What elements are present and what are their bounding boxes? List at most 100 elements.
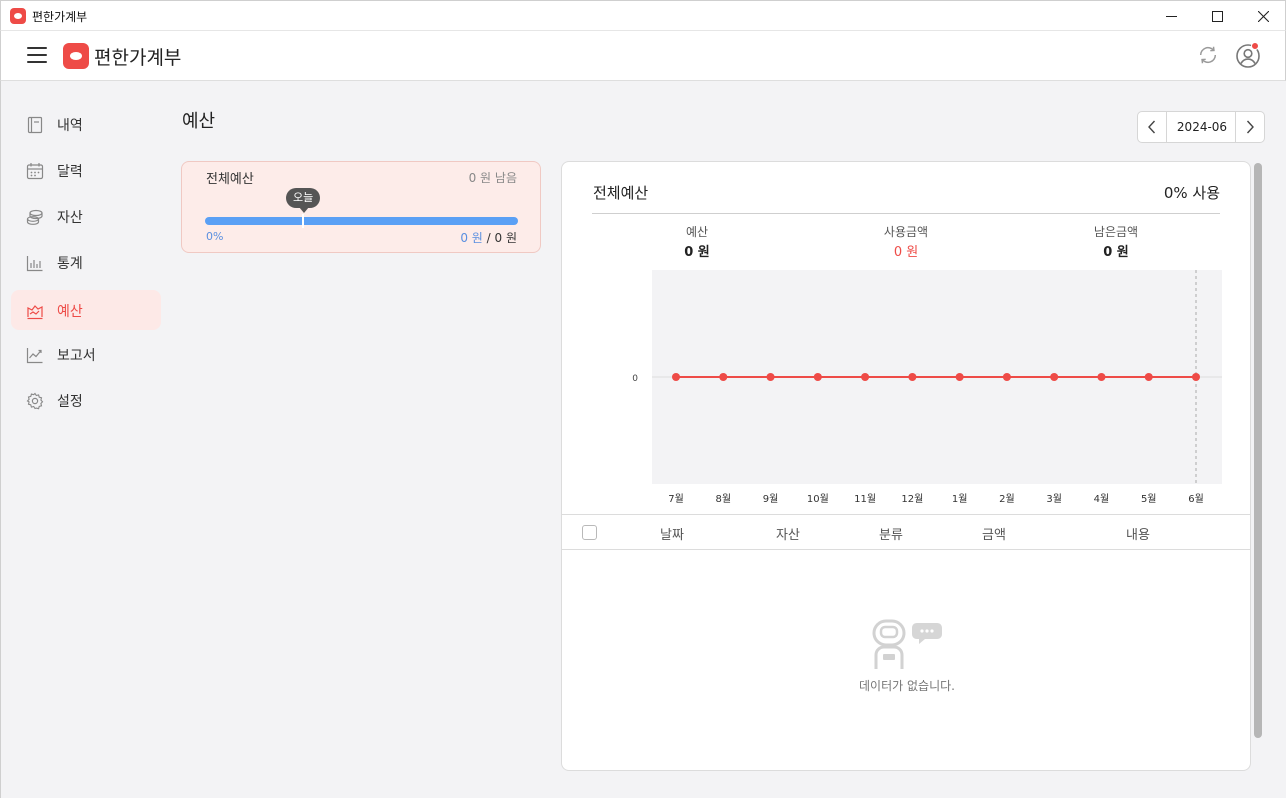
table-header: 날짜 자산 분류 금액 내용 [562,514,1250,550]
data-point [908,373,917,381]
x-tick-label: 8월 [715,493,731,505]
detail-divider [592,213,1220,214]
brand-name: 편한가계부 [94,47,182,69]
stat-value: 0 원 [684,245,710,260]
next-month-button[interactable] [1235,112,1264,142]
hamburger-line [27,47,47,49]
stat-budget: 예산 0 원 [637,223,757,260]
sidebar-item-label: 자산 [57,210,83,226]
month-navigator: 2024-06 [1137,111,1265,143]
detail-title: 전체예산 [593,184,649,202]
window-title: 편한가계부 [32,10,88,24]
stat-label: 예산 [685,225,709,239]
x-tick-label: 7월 [668,493,684,505]
notification-dot [1251,42,1259,50]
bar-chart-icon [26,256,43,272]
stat-value: 0 원 [893,245,919,260]
brand-logo [63,43,89,69]
monthly-spending-chart: 0 7월 8월 9월 10월 11월 12월 1월 2월 3월 4월 5월 6월 [632,270,1222,505]
sidebar-item-label: 보고서 [57,348,96,364]
book-icon [27,116,43,134]
sidebar-item-statistics[interactable]: 통계 [11,242,161,282]
data-point [813,373,822,381]
sidebar-item-settings[interactable]: 설정 [11,380,161,420]
data-point [1002,373,1011,381]
window-title-bar: 편한가계부 [0,0,1286,31]
budget-amount: 0 원 / 0 원 [460,229,517,246]
refresh-icon [1199,46,1217,64]
app-icon [10,8,26,24]
data-point [1144,373,1153,381]
calendar-icon [26,163,44,180]
x-tick-label: 6월 [1188,493,1204,505]
budget-progress-bar [205,217,518,225]
line-chart-icon [26,348,43,364]
budget-percent: 0% [206,230,224,243]
budget-icon [27,305,43,320]
budget-total: 0 원 [494,231,518,245]
budget-card[interactable]: 전체예산 0 원 남음 오늘 0% 0 원 / 0 원 [181,161,541,253]
minimize-button[interactable] [1148,1,1194,31]
hamburger-line [27,54,47,56]
column-date[interactable]: 날짜 [660,524,684,543]
data-point [719,373,728,381]
x-tick-label: 10월 [807,493,829,505]
data-point [672,373,680,381]
chevron-left-icon [1148,120,1156,134]
x-tick-label: 12월 [901,493,923,505]
column-amount[interactable]: 금액 [982,524,1006,543]
select-all-checkbox[interactable] [582,525,597,540]
sidebar-item-assets[interactable]: 자산 [11,196,161,236]
sidebar-item-label: 설정 [57,394,83,410]
data-point [1050,373,1059,381]
robot-icon [872,619,942,669]
current-month[interactable]: 2024-06 [1167,120,1237,134]
x-tick-label: 11월 [854,493,876,505]
amount-separator: / [482,231,495,245]
maximize-icon [1211,10,1223,22]
empty-state: 데이터가 없습니다. [562,617,1250,693]
today-marker-label: 오늘 [286,188,321,213]
maximize-button[interactable] [1194,1,1240,31]
x-tick-label: 5월 [1141,493,1157,505]
sidebar-item-label: 내역 [57,118,83,134]
x-tick-label: 2월 [999,493,1015,505]
x-tick-label: 3월 [1046,493,1062,505]
sidebar-item-budget[interactable]: 예산 [11,290,161,330]
column-asset[interactable]: 자산 [776,524,800,543]
stat-label: 사용금액 [883,225,929,239]
sidebar-item-calendar[interactable]: 달력 [11,150,161,190]
hamburger-line [27,61,47,63]
column-memo[interactable]: 내용 [1126,524,1150,543]
stat-value: 0 원 [1103,245,1129,260]
sidebar-item-label: 예산 [57,304,83,320]
refresh-button[interactable] [1197,44,1219,70]
sidebar-item-label: 통계 [57,256,83,272]
chevron-right-icon [1246,120,1254,134]
stat-label: 남은금액 [1093,225,1139,239]
sidebar-item-history[interactable]: 내역 [11,104,161,144]
profile-button[interactable] [1235,42,1261,73]
sidebar-item-label: 달력 [57,164,83,180]
data-point [955,373,964,381]
scrollbar-thumb[interactable] [1254,163,1262,738]
budget-remaining: 0 원 남음 [468,171,517,185]
sidebar-item-report[interactable]: 보고서 [11,334,161,374]
column-category[interactable]: 분류 [879,524,903,543]
hamburger-menu-button[interactable] [27,46,47,64]
close-icon [1257,10,1269,22]
y-tick-label: 0 [632,374,638,384]
coins-icon [26,209,43,225]
budget-used: 0 원 [460,231,483,245]
x-tick-label: 4월 [1094,493,1110,505]
minimize-icon [1165,15,1177,17]
close-button[interactable] [1240,1,1286,31]
page-title: 예산 [182,111,216,132]
detail-usage: 0% 사용 [1163,184,1220,202]
empty-message: 데이터가 없습니다. [859,679,955,693]
x-tick-label: 1월 [952,493,968,505]
prev-month-button[interactable] [1138,112,1167,142]
sidebar: 내역 달력 자산 통계 예산 보고서 설정 [0,81,170,798]
vertical-scrollbar[interactable] [1253,161,1263,771]
stat-remaining: 남은금액 0 원 [1056,223,1176,260]
